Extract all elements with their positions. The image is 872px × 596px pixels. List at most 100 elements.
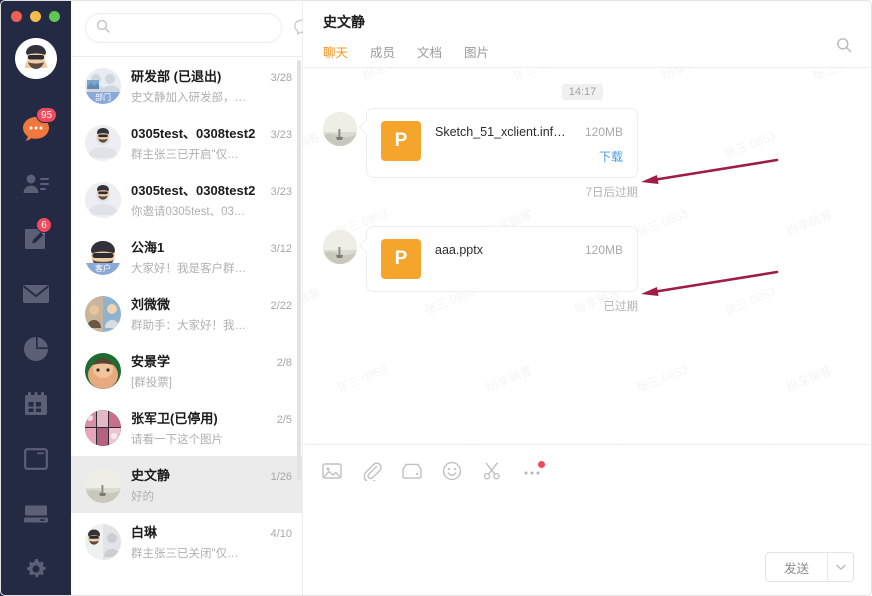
- watermark-text: 纷享销客: [484, 362, 535, 396]
- conversation-list[interactable]: 部门 研发部 (已退出) 3/28 史文静加入研发部，… 0305test、0308te…: [71, 56, 302, 596]
- conversation-date: 2/22: [270, 300, 292, 312]
- avatar-type-badge: 部门: [85, 91, 121, 104]
- conversation-body: 0305test、0308test2 3/23 群主张三已开启"仅…: [131, 123, 292, 162]
- tool-screenshot[interactable]: [481, 462, 503, 484]
- avatar[interactable]: [85, 409, 121, 446]
- chat-unread-badge: 95: [36, 107, 58, 123]
- avatar[interactable]: [85, 523, 121, 560]
- rail-item-workspace[interactable]: [0, 431, 71, 486]
- watermark-text: 纷享销客: [784, 362, 835, 396]
- avatar[interactable]: [323, 112, 357, 146]
- contacts-icon: [22, 172, 50, 196]
- conversation-preview: 好的: [131, 491, 154, 503]
- message-time-row: 14:17: [319, 84, 846, 100]
- avatar[interactable]: [85, 124, 121, 161]
- window-traffic-lights: [0, 11, 60, 22]
- send-button-group[interactable]: 发送: [764, 552, 854, 582]
- conversation-top-row: 0305test、0308test2 3/23: [131, 123, 292, 142]
- conversation-date: 2/8: [276, 357, 292, 369]
- file-expiry-label: 已过期: [603, 301, 639, 313]
- conversation-top-row: 史文静 1/26: [131, 465, 292, 484]
- search-input[interactable]: [116, 21, 271, 35]
- tool-more[interactable]: [521, 461, 545, 484]
- avatar[interactable]: 部门: [85, 67, 121, 104]
- tab-chat[interactable]: 聊天: [323, 42, 348, 67]
- avatar[interactable]: [323, 230, 357, 264]
- left-icon-rail: 95 6: [0, 0, 71, 596]
- conversation-body: 史文静 1/26 好的: [131, 465, 292, 504]
- file-message-bubble[interactable]: P Sketch_51_xclient.info.pptx 120MB 下载: [366, 108, 638, 178]
- conversation-name: 史文静: [131, 468, 171, 483]
- message-input[interactable]: [303, 489, 872, 552]
- chat-header: 史文静 聊天 成员 文档 图片: [303, 0, 872, 68]
- conversation-date: 3/23: [270, 186, 292, 198]
- search-box[interactable]: [85, 13, 282, 43]
- maximize-window-button[interactable]: [49, 11, 60, 22]
- avatar[interactable]: [85, 295, 121, 332]
- conversation-item[interactable]: 部门 研发部 (已退出) 3/28 史文静加入研发部，…: [71, 57, 302, 114]
- tool-image[interactable]: [321, 462, 343, 484]
- user-avatar[interactable]: [14, 38, 57, 79]
- conversation-item[interactable]: 客户 公海1 3/12 大家好！我是客户群…: [71, 228, 302, 285]
- paperclip-icon: [362, 461, 382, 486]
- conversation-item[interactable]: 史文静 1/26 好的: [71, 456, 302, 513]
- avatar[interactable]: 客户: [85, 238, 121, 275]
- conversation-body: 公海1 3/12 大家好！我是客户群…: [131, 237, 292, 276]
- chat-search-button[interactable]: [834, 37, 854, 57]
- tab-members[interactable]: 成员: [370, 42, 395, 67]
- conversation-top-row: 研发部 (已退出) 3/28: [131, 66, 292, 85]
- message-area: 张三 0853纷享销客张三 0853纷享销客张三 0853纷享销客张三 0853…: [303, 68, 872, 444]
- minimize-window-button[interactable]: [30, 11, 41, 22]
- desktop-icon: [23, 504, 49, 524]
- conversation-name: 公海1: [131, 240, 165, 255]
- avatar[interactable]: [85, 181, 121, 218]
- conversation-top-row: 安景学 2/8: [131, 351, 292, 370]
- rail-item-mail[interactable]: [0, 266, 71, 321]
- conversation-item[interactable]: 安景学 2/8 [群投票]: [71, 342, 302, 399]
- conversation-top-row: 白琳 4/10: [131, 522, 292, 541]
- conversation-body: 0305test、0308test2 3/23 你邀请0305test、03…: [131, 180, 292, 219]
- rail-item-contacts[interactable]: [0, 156, 71, 211]
- send-options-button[interactable]: [827, 553, 853, 581]
- conversation-body: 研发部 (已退出) 3/28 史文静加入研发部，…: [131, 66, 292, 105]
- rail-item-reports[interactable]: [0, 321, 71, 376]
- tool-drive[interactable]: [401, 462, 423, 484]
- rail-item-notes[interactable]: 6: [0, 211, 71, 266]
- tool-attachment[interactable]: [361, 461, 383, 486]
- chat-title: 史文静: [323, 14, 365, 30]
- window-icon: [23, 447, 48, 470]
- avatar[interactable]: [85, 352, 121, 389]
- conversation-item[interactable]: 0305test、0308test2 3/23 你邀请0305test、03…: [71, 171, 302, 228]
- conversation-item[interactable]: 张军卫(已停用) 2/5 请看一下这个图片: [71, 399, 302, 456]
- conversation-date: 4/10: [270, 528, 292, 540]
- tool-emoji[interactable]: [441, 461, 463, 484]
- drive-icon: [402, 462, 422, 485]
- file-expiry-label: 7日后过期: [585, 187, 638, 199]
- message-content: P Sketch_51_xclient.info.pptx 120MB 下载 7…: [366, 108, 846, 200]
- conversation-date: 3/28: [270, 72, 292, 84]
- message-item: P Sketch_51_xclient.info.pptx 120MB 下载 7…: [319, 108, 846, 200]
- chat-tabs[interactable]: 聊天 成员 文档 图片: [323, 42, 854, 67]
- conversation-top-row: 公海1 3/12: [131, 237, 292, 256]
- tab-images[interactable]: 图片: [464, 42, 489, 67]
- conversation-preview: 史文静加入研发部，…: [131, 92, 246, 104]
- rail-item-chat[interactable]: 95: [0, 101, 71, 156]
- conversation-item[interactable]: 白琳 4/10 群主张三已关闭"仅…: [71, 513, 302, 570]
- close-window-button[interactable]: [11, 11, 22, 22]
- rail-item-calendar[interactable]: [0, 376, 71, 431]
- tab-documents[interactable]: 文档: [417, 42, 442, 67]
- conversation-preview: 请看一下这个图片: [131, 434, 223, 446]
- conversation-date: 3/23: [270, 129, 292, 141]
- conversation-item[interactable]: 刘微微 2/22 群助手：大家好！我…: [71, 285, 302, 342]
- avatar[interactable]: [85, 466, 121, 503]
- scissors-icon: [482, 461, 502, 486]
- download-link[interactable]: 下载: [585, 148, 623, 165]
- file-message-bubble[interactable]: P aaa.pptx 120MB: [366, 226, 638, 292]
- rail-item-settings[interactable]: [0, 541, 71, 596]
- conversation-preview: 群主张三已开启"仅…: [131, 149, 239, 161]
- rail-item-devices[interactable]: [0, 486, 71, 541]
- conversation-item[interactable]: 0305test、0308test2 3/23 群主张三已开启"仅…: [71, 114, 302, 171]
- send-button[interactable]: 发送: [765, 553, 827, 581]
- watermark-text: 张三 0853: [334, 360, 390, 396]
- conversation-list-scrollbar[interactable]: [297, 60, 301, 480]
